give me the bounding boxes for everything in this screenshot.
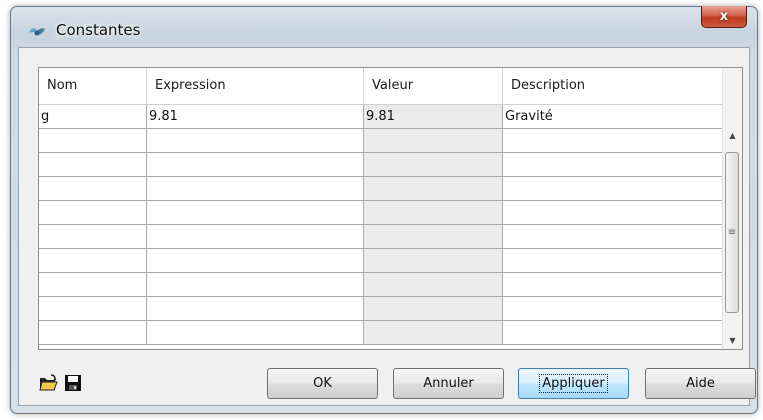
cell-description[interactable] bbox=[503, 225, 723, 248]
cell-nom[interactable] bbox=[39, 321, 147, 344]
cell-expression[interactable] bbox=[147, 201, 364, 224]
cell-description[interactable] bbox=[503, 249, 723, 272]
cell-valeur bbox=[364, 225, 503, 248]
scroll-up-arrow-icon[interactable]: ▲ bbox=[723, 126, 742, 144]
table-row[interactable] bbox=[39, 201, 723, 225]
help-button[interactable]: Aide bbox=[645, 368, 756, 399]
table-row[interactable] bbox=[39, 321, 723, 345]
cell-description[interactable] bbox=[503, 273, 723, 296]
cell-expression[interactable] bbox=[147, 153, 364, 176]
scroll-down-arrow-icon[interactable]: ▼ bbox=[723, 331, 742, 349]
cell-description[interactable] bbox=[503, 201, 723, 224]
close-button[interactable]: x bbox=[701, 6, 747, 28]
cell-nom[interactable] bbox=[39, 249, 147, 272]
save-disk-icon[interactable] bbox=[63, 373, 83, 393]
apply-button[interactable]: Appliquer bbox=[518, 368, 629, 399]
table-row[interactable] bbox=[39, 273, 723, 297]
app-icon bbox=[29, 28, 45, 36]
cell-valeur bbox=[364, 297, 503, 320]
cell-nom[interactable] bbox=[39, 225, 147, 248]
cell-valeur bbox=[364, 321, 503, 344]
cell-expression[interactable] bbox=[147, 177, 364, 200]
cell-nom[interactable]: g bbox=[39, 105, 147, 128]
cell-expression[interactable] bbox=[147, 225, 364, 248]
column-header-valeur[interactable]: Valeur bbox=[364, 68, 503, 104]
window-title: Constantes bbox=[56, 21, 141, 39]
table-row[interactable] bbox=[39, 177, 723, 201]
cell-valeur bbox=[364, 201, 503, 224]
cell-description[interactable] bbox=[503, 177, 723, 200]
cancel-button[interactable]: Annuler bbox=[393, 368, 504, 399]
table-row[interactable] bbox=[39, 249, 723, 273]
cell-nom[interactable] bbox=[39, 201, 147, 224]
cell-nom[interactable] bbox=[39, 177, 147, 200]
cell-expression[interactable] bbox=[147, 129, 364, 152]
table-header: Nom Expression Valeur Description bbox=[39, 68, 723, 105]
dialog-client-area: Nom Expression Valeur Description g 9.81 9… bbox=[18, 47, 756, 406]
cell-nom[interactable] bbox=[39, 153, 147, 176]
vertical-scrollbar[interactable]: ▲ ≡ ▼ bbox=[722, 68, 742, 349]
column-header-description[interactable]: Description bbox=[503, 68, 723, 104]
column-header-expression[interactable]: Expression bbox=[147, 68, 364, 104]
cell-nom[interactable] bbox=[39, 297, 147, 320]
cell-nom[interactable] bbox=[39, 129, 147, 152]
cell-valeur: 9.81 bbox=[364, 105, 503, 128]
table-row[interactable] bbox=[39, 297, 723, 321]
cell-valeur bbox=[364, 249, 503, 272]
cell-valeur bbox=[364, 129, 503, 152]
cell-valeur bbox=[364, 273, 503, 296]
cell-expression[interactable] bbox=[147, 321, 364, 344]
cell-expression[interactable] bbox=[147, 297, 364, 320]
column-header-nom[interactable]: Nom bbox=[39, 68, 147, 104]
cell-description[interactable] bbox=[503, 297, 723, 320]
cell-expression[interactable]: 9.81 bbox=[147, 105, 364, 128]
cell-description[interactable] bbox=[503, 321, 723, 344]
constants-table[interactable]: Nom Expression Valeur Description g 9.81 9… bbox=[38, 67, 743, 350]
table-row[interactable] bbox=[39, 129, 723, 153]
table-row[interactable] bbox=[39, 153, 723, 177]
cell-expression[interactable] bbox=[147, 249, 364, 272]
cell-expression[interactable] bbox=[147, 273, 364, 296]
table-row[interactable] bbox=[39, 225, 723, 249]
cell-valeur bbox=[364, 177, 503, 200]
ok-button[interactable]: OK bbox=[267, 368, 378, 399]
cell-description[interactable]: Gravité bbox=[503, 105, 723, 128]
open-folder-icon[interactable] bbox=[38, 373, 58, 393]
constants-dialog: Constantes x Nom Expression Valeur Descr… bbox=[10, 6, 758, 414]
cell-description[interactable] bbox=[503, 153, 723, 176]
cell-valeur bbox=[364, 153, 503, 176]
cell-nom[interactable] bbox=[39, 273, 147, 296]
scroll-thumb[interactable]: ≡ bbox=[725, 152, 739, 313]
cell-description[interactable] bbox=[503, 129, 723, 152]
table-row[interactable]: g 9.81 9.81 Gravité bbox=[39, 105, 723, 129]
